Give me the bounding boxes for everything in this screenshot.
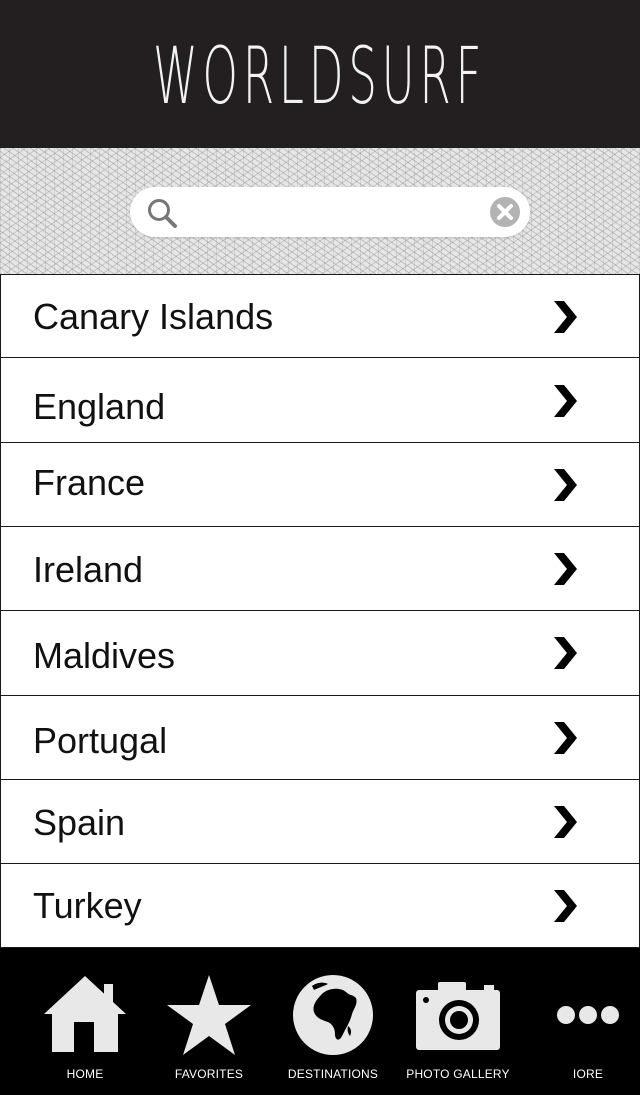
tab-photo-gallery[interactable]: PHOTO GALLERY	[396, 948, 520, 1095]
tab-more[interactable]: IORE	[526, 948, 640, 1095]
tab-label: PHOTO GALLERY	[406, 1067, 510, 1081]
search-bar-area	[0, 148, 640, 274]
chevron-right-icon	[554, 301, 577, 333]
list-item[interactable]: Portugal	[0, 696, 640, 780]
list-item-label: Canary Islands	[33, 296, 274, 337]
list-item[interactable]: Ireland	[0, 527, 640, 611]
list-item[interactable]: Spain	[0, 780, 640, 864]
tab-favorites[interactable]: FAVORITES	[147, 948, 271, 1095]
list-item[interactable]: France	[0, 443, 640, 527]
tab-bar: HOME FAVORITES DESTINATIONS PHOTO GALLER…	[0, 948, 640, 1095]
app-header: WORLDSURF	[0, 0, 640, 148]
camera-icon	[416, 982, 500, 1050]
chevron-right-icon	[554, 890, 577, 922]
globe-icon	[293, 975, 373, 1055]
list-item-label: France	[33, 462, 146, 503]
tab-label: DESTINATIONS	[287, 1067, 379, 1081]
search-input[interactable]	[186, 195, 480, 231]
list-item-label: Ireland	[33, 549, 144, 590]
list-item-label: Spain	[33, 802, 126, 843]
star-icon	[167, 975, 251, 1055]
list-item[interactable]: Turkey	[0, 864, 640, 948]
clear-search-icon[interactable]	[489, 196, 521, 228]
chevron-right-icon	[554, 722, 577, 754]
list-item[interactable]: Canary Islands	[0, 274, 640, 358]
search-icon	[148, 199, 177, 228]
home-icon	[44, 976, 126, 1052]
list-item-label: Portugal	[33, 720, 168, 761]
tab-label: HOME	[66, 1067, 104, 1081]
app-logo: WORLDSURF	[153, 30, 487, 122]
list-item-label: Maldives	[33, 635, 176, 676]
app-screen: WORLDSURF Canary Islands England France …	[0, 0, 640, 1095]
chevron-right-icon	[554, 553, 577, 585]
chevron-right-icon	[554, 385, 577, 417]
list-item-label: England	[33, 386, 166, 427]
destination-list: Canary Islands England France Ireland Ma	[0, 274, 640, 948]
tab-destinations[interactable]: DESTINATIONS	[271, 948, 395, 1095]
search-box[interactable]	[130, 187, 530, 237]
tab-home[interactable]: HOME	[23, 948, 147, 1095]
list-item[interactable]: Maldives	[0, 611, 640, 696]
tab-label: FAVORITES	[174, 1067, 244, 1081]
chevron-right-icon	[554, 806, 577, 838]
list-item[interactable]: England	[0, 358, 640, 443]
list-item-label: Turkey	[33, 885, 142, 926]
tab-label: IORE	[572, 1067, 604, 1081]
more-icon	[557, 1006, 619, 1024]
chevron-right-icon	[554, 469, 577, 501]
chevron-right-icon	[554, 637, 577, 669]
